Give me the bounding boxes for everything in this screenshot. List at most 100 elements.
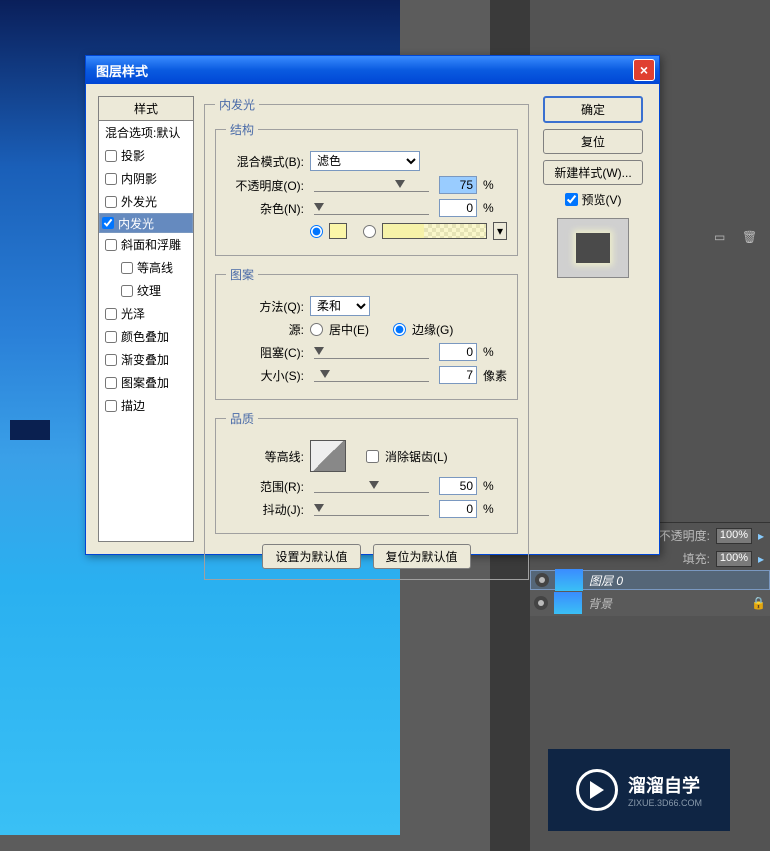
group-label: 图案 (226, 266, 258, 283)
cb[interactable] (105, 196, 117, 208)
technique-label: 方法(Q): (226, 298, 304, 315)
cb[interactable] (105, 377, 117, 389)
source-label: 源: (226, 321, 304, 338)
styles-list: 样式 混合选项:默认 投影 内阴影 外发光 内发光 斜面和浮雕 等高线 纹理 光… (98, 96, 194, 542)
blendmode-select[interactable]: 滤色 (310, 151, 420, 171)
cb[interactable] (105, 331, 117, 343)
close-icon[interactable]: × (633, 59, 655, 81)
range-input[interactable] (439, 477, 477, 495)
arrow-icon[interactable]: ▸ (758, 529, 764, 543)
unit-pct: % (483, 178, 507, 192)
group-label: 结构 (226, 121, 258, 138)
fill-label: 填充: (683, 550, 710, 567)
section-title: 内发光 (215, 96, 259, 113)
style-dropshadow[interactable]: 投影 (99, 144, 193, 167)
panel-icon[interactable]: ▭ (714, 230, 728, 244)
eye-icon[interactable] (535, 573, 549, 587)
cb[interactable] (105, 400, 117, 412)
dialog-title: 图层样式 (96, 61, 148, 80)
unit-px: 像素 (483, 367, 507, 384)
style-innershadow[interactable]: 内阴影 (99, 167, 193, 190)
range-slider[interactable] (314, 479, 429, 493)
glow-color-radio[interactable] (310, 225, 323, 238)
gradient-dd-icon[interactable]: ▾ (493, 222, 507, 240)
preview-thumb (557, 218, 629, 278)
glow-gradient[interactable] (382, 223, 487, 239)
style-coloroverlay[interactable]: 颜色叠加 (99, 325, 193, 348)
unit-pct: % (483, 201, 507, 215)
trash-icon[interactable]: 🗑 (742, 230, 756, 244)
reset-default-button[interactable]: 复位为默认值 (373, 544, 471, 569)
wm-title: 溜溜自学 (628, 772, 702, 798)
preview-cb[interactable] (565, 193, 578, 206)
jitter-slider[interactable] (314, 502, 429, 516)
group-quality: 品质 等高线: 消除锯齿(L) 范围(R): % (215, 410, 518, 534)
group-label: 品质 (226, 410, 258, 427)
antialias-cb[interactable] (366, 450, 379, 463)
technique-select[interactable]: 柔和 (310, 296, 370, 316)
style-outerglow[interactable]: 外发光 (99, 190, 193, 213)
lock-icon: 🔒 (751, 596, 766, 610)
opacity-input[interactable] (439, 176, 477, 194)
style-contour[interactable]: 等高线 (99, 256, 193, 279)
jitter-input[interactable] (439, 500, 477, 518)
layer-row-bg[interactable]: 背景 🔒 (530, 590, 770, 616)
set-default-button[interactable]: 设置为默认值 (262, 544, 360, 569)
glow-gradient-radio[interactable] (363, 225, 376, 238)
style-satin[interactable]: 光泽 (99, 302, 193, 325)
cb[interactable] (105, 239, 117, 251)
cancel-button[interactable]: 复位 (543, 129, 643, 154)
opacity-label: 不透明度(O): (226, 177, 304, 194)
style-patoverlay[interactable]: 图案叠加 (99, 371, 193, 394)
source-center-label: 居中(E) (329, 321, 369, 338)
style-gradoverlay[interactable]: 渐变叠加 (99, 348, 193, 371)
style-stroke[interactable]: 描边 (99, 394, 193, 417)
cb[interactable] (105, 308, 117, 320)
group-structure: 结构 混合模式(B): 滤色 不透明度(O): % 杂色(N): (215, 121, 518, 256)
cb[interactable] (121, 262, 133, 274)
unit-pct: % (483, 502, 507, 516)
preview-label: 预览(V) (582, 191, 622, 208)
layer-thumb (555, 569, 583, 591)
cb[interactable] (121, 285, 133, 297)
opacity-slider[interactable] (314, 178, 429, 192)
layer-name: 背景 (588, 595, 612, 612)
arrow-icon[interactable]: ▸ (758, 552, 764, 566)
group-elements: 图案 方法(Q): 柔和 源: 居中(E) 边缘(G) 阻塞(C): (215, 266, 518, 400)
style-blend[interactable]: 混合选项:默认 (99, 121, 193, 144)
style-innerglow[interactable]: 内发光 (99, 213, 193, 233)
size-slider[interactable] (314, 368, 429, 382)
source-center-radio[interactable] (310, 323, 323, 336)
layer-row-0[interactable]: 图层 0 (530, 570, 770, 590)
source-edge-label: 边缘(G) (412, 321, 453, 338)
choke-slider[interactable] (314, 345, 429, 359)
antialias-label: 消除锯齿(L) (385, 448, 448, 465)
cb[interactable] (105, 354, 117, 366)
opacity-value[interactable]: 100% (716, 528, 752, 544)
titlebar[interactable]: 图层样式 × (86, 56, 659, 84)
size-input[interactable] (439, 366, 477, 384)
layer-thumb (554, 592, 582, 614)
cb[interactable] (105, 173, 117, 185)
fieldset-innerglow: 内发光 结构 混合模式(B): 滤色 不透明度(O): % 杂色(N): (204, 96, 529, 580)
new-style-button[interactable]: 新建样式(W)... (543, 160, 643, 185)
source-edge-radio[interactable] (393, 323, 406, 336)
preview-checkbox-row[interactable]: 预览(V) (565, 191, 622, 208)
blendmode-label: 混合模式(B): (226, 153, 304, 170)
style-texture[interactable]: 纹理 (99, 279, 193, 302)
glow-color-swatch[interactable] (329, 223, 347, 239)
eye-icon[interactable] (534, 596, 548, 610)
choke-input[interactable] (439, 343, 477, 361)
styles-header[interactable]: 样式 (99, 97, 193, 121)
jitter-label: 抖动(J): (226, 501, 304, 518)
ok-button[interactable]: 确定 (543, 96, 643, 123)
layer-name: 图层 0 (589, 572, 623, 589)
cb[interactable] (105, 150, 117, 162)
style-bevel[interactable]: 斜面和浮雕 (99, 233, 193, 256)
panel-icons: ▭ 🗑 (714, 230, 756, 244)
contour-picker[interactable] (310, 440, 346, 472)
noise-slider[interactable] (314, 201, 429, 215)
fill-value[interactable]: 100% (716, 551, 752, 567)
noise-input[interactable] (439, 199, 477, 217)
cb[interactable] (102, 217, 114, 229)
